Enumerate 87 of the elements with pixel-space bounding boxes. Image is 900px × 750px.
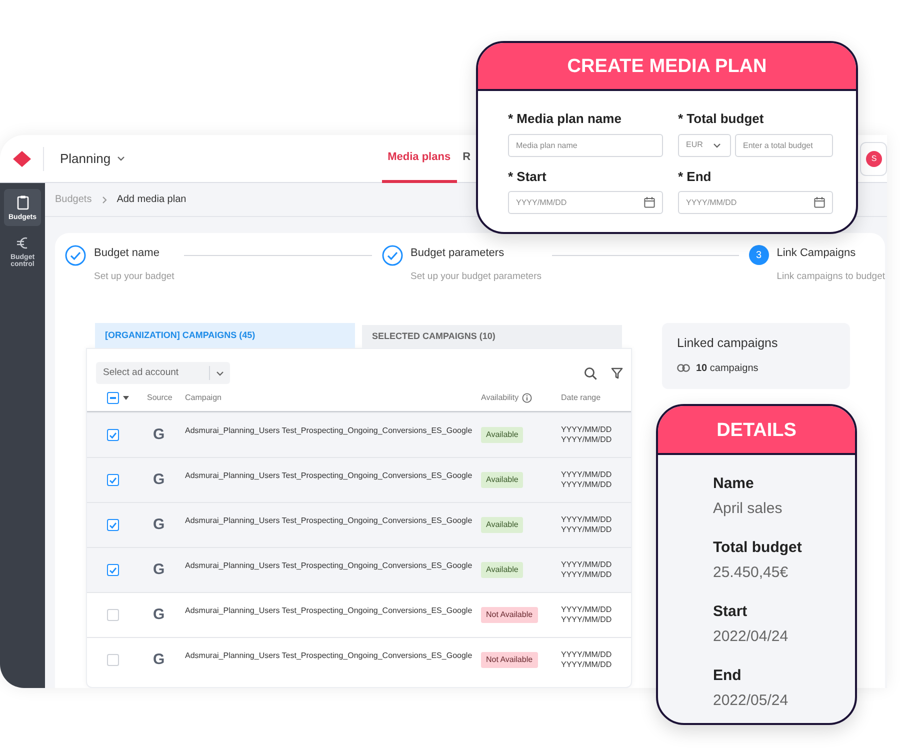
detail-label: Total budget [713,538,803,558]
caret-icon [712,142,721,148]
availability-tag: Available [481,472,524,488]
source-icon: G [153,426,165,443]
caret-icon [116,156,125,161]
step-title: Budget name [94,246,160,261]
date-field[interactable]: YYYY/MM/DD [508,191,663,214]
date-range: YYYY/MM/DD YYYY/MM/DD [561,650,613,670]
nav-tab[interactable]: Media plans [382,135,457,182]
source-icon: G [153,650,165,668]
select-all-checkbox[interactable] [107,392,119,404]
campaign-name: Adsmurai_Planning_Users Test_Prospecting_Ongoing_Conversions_ES_Google [185,561,472,570]
detail-value: April sales [713,498,784,518]
availability-tag: Available [481,427,524,443]
date-field[interactable]: YYYY/MM/DD [678,191,833,214]
step-title: Budget parameters [410,246,506,261]
step-subtitle: Link campaigns to budget [776,270,886,284]
campaign-name: Adsmurai_Planning_Users Test_Prospecting_Ongoing_Conversions_ES_Google [185,516,472,525]
column-header: Source [147,393,172,402]
availability-tag: Not Available [481,607,538,623]
detail-value: 2022/05/24 [713,690,790,710]
column-header: Date range [561,393,601,402]
logo-icon [12,150,30,166]
availability-tag: Available [481,562,524,578]
app-menu[interactable]: Planning [54,148,131,170]
availability-tag: Available [481,517,524,533]
campaign-tab[interactable]: SELECTED CAMPAIGNS (10) [362,325,622,348]
campaign-name: Adsmurai_Planning_Users Test_Prospecting_Ongoing_Conversions_ES_Google [185,426,472,435]
currency-select[interactable]: EUR [678,134,731,156]
row-checkbox[interactable] [107,609,119,621]
info-icon [522,393,532,403]
campaign-name: Adsmurai_Planning_Users Test_Prospecting_Ongoing_Conversions_ES_Google [185,471,472,480]
campaign-name: Adsmurai_Planning_Users Test_Prospecting_Ongoing_Conversions_ES_Google [185,651,472,660]
date-range: YYYY/MM/DD YYYY/MM/DD [561,470,613,490]
breadcrumb-link[interactable]: Budgets [55,192,92,207]
details-title: DETAILS [658,406,855,455]
user-avatar[interactable]: S [866,150,882,166]
detail-label: Name [713,474,755,494]
euro-icon [16,236,29,250]
linked-campaigns-title: Linked campaigns [677,335,779,352]
create-media-plan-title: CREATE MEDIA PLAN [478,43,856,91]
ad-account-select[interactable]: Select ad account [96,362,230,384]
row-checkbox[interactable] [107,429,119,441]
field-label: * End [678,168,712,186]
source-icon: G [153,470,165,488]
step-title: Link Campaigns [776,246,857,261]
chevron-icon [102,196,107,204]
step-subtitle: Set up your badget [94,270,174,284]
linked-campaigns-count: 10 campaigns [696,362,758,376]
field-label: * Start [508,168,548,186]
row-checkbox[interactable] [107,474,119,486]
field-label: * Media plan name [508,110,622,128]
column-header: Campaign [185,393,222,402]
link-icon [677,364,690,372]
nav-tab[interactable]: R [456,135,477,182]
availability-tag: Not Available [481,652,538,668]
calendar-icon [814,197,825,208]
caret-icon[interactable] [123,396,129,400]
field-label: * Total budget [678,110,765,128]
date-range: YYYY/MM/DD YYYY/MM/DD [561,560,613,580]
row-checkbox[interactable] [107,654,119,666]
detail-label: Start [713,602,748,622]
detail-value: 25.450,45€ [713,562,790,582]
date-range: YYYY/MM/DD YYYY/MM/DD [561,425,613,445]
clipboard-icon [16,195,28,210]
user-menu[interactable]: S [860,142,887,176]
campaign-name: Adsmurai_Planning_Users Test_Prospecting_Ongoing_Conversions_ES_Google [185,606,472,615]
date-range: YYYY/MM/DD YYYY/MM/DD [561,515,613,535]
row-checkbox[interactable] [107,519,119,531]
search-icon[interactable] [584,366,597,380]
step-number: 3 [748,245,769,265]
media-plan-name-field[interactable]: Media plan name [508,134,663,156]
source-icon: G [153,606,165,623]
step-subtitle: Set up your budget parameters [410,270,542,284]
campaign-tab[interactable]: [ORGANIZATION] CAMPAIGNS (45) [95,323,355,348]
filter-icon[interactable] [611,367,623,379]
breadcrumb-current: Add media plan [116,193,186,207]
total-budget-field[interactable]: Enter a total budget [735,134,833,156]
caret-icon [216,370,224,376]
detail-label: End [713,666,742,686]
date-range: YYYY/MM/DD YYYY/MM/DD [561,605,613,625]
source-icon: G [153,516,165,533]
calendar-icon [644,197,655,208]
source-icon: G [153,560,165,578]
row-checkbox[interactable] [107,564,119,576]
column-header: Availability [481,392,519,404]
detail-value: 2022/04/24 [713,626,790,646]
